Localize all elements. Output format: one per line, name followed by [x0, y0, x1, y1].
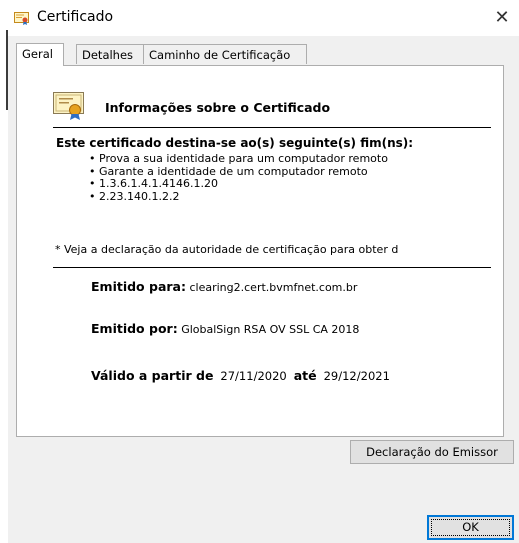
tab-detalhes[interactable]: Detalhes — [76, 44, 144, 64]
valid-to-value: 29/12/2021 — [323, 369, 390, 383]
divider-bottom — [53, 267, 491, 268]
close-icon: ✕ — [494, 7, 510, 28]
window-title: Certificado — [37, 9, 114, 25]
window-left-edge — [0, 0, 8, 543]
issued-by-value: GlobalSign RSA OV SSL CA 2018 — [181, 323, 360, 336]
issued-by-label: Emitido por: — [91, 321, 178, 336]
list-item: 1.3.6.1.4.1.4146.1.20 — [89, 177, 388, 191]
ok-button[interactable]: OK — [427, 515, 514, 540]
valid-from-label: Válido a partir de — [91, 368, 214, 383]
background-window-edge — [6, 30, 8, 110]
certificate-icon — [14, 12, 29, 25]
validity-row: Válido a partir de 27/11/2020 até 29/12/… — [91, 368, 390, 383]
tab-geral[interactable]: Geral — [16, 43, 64, 66]
divider-top — [53, 127, 491, 128]
general-panel: Informações sobre o Certificado Este cer… — [16, 65, 504, 437]
issued-by-row: Emitido por: GlobalSign RSA OV SSL CA 20… — [91, 321, 359, 336]
purpose-list: Prova a sua identidade para um computado… — [89, 152, 388, 204]
tab-caminho-certificacao[interactable]: Caminho de Certificação — [143, 44, 307, 64]
focus-rectangle — [431, 519, 510, 536]
info-title: Informações sobre o Certificado — [105, 100, 331, 115]
issued-to-label: Emitido para: — [91, 279, 186, 294]
title-bar[interactable]: Certificado ✕ — [8, 0, 519, 36]
list-item: 2.23.140.1.2.2 — [89, 190, 388, 204]
close-button[interactable]: ✕ — [489, 6, 515, 30]
valid-from-value: 27/11/2020 — [220, 369, 287, 383]
list-item: Prova a sua identidade para um computado… — [89, 152, 388, 166]
issued-to-row: Emitido para: clearing2.cert.bvmfnet.com… — [91, 279, 357, 294]
issuer-statement-button[interactable]: Declaração do Emissor — [350, 440, 514, 464]
certificate-ribbon-icon — [53, 92, 84, 120]
issued-to-value: clearing2.cert.bvmfnet.com.br — [189, 281, 358, 294]
authority-note: * Veja a declaração da autoridade de cer… — [55, 243, 399, 256]
purpose-title: Este certificado destina-se ao(s) seguin… — [56, 136, 414, 150]
valid-to-label: até — [293, 368, 317, 383]
